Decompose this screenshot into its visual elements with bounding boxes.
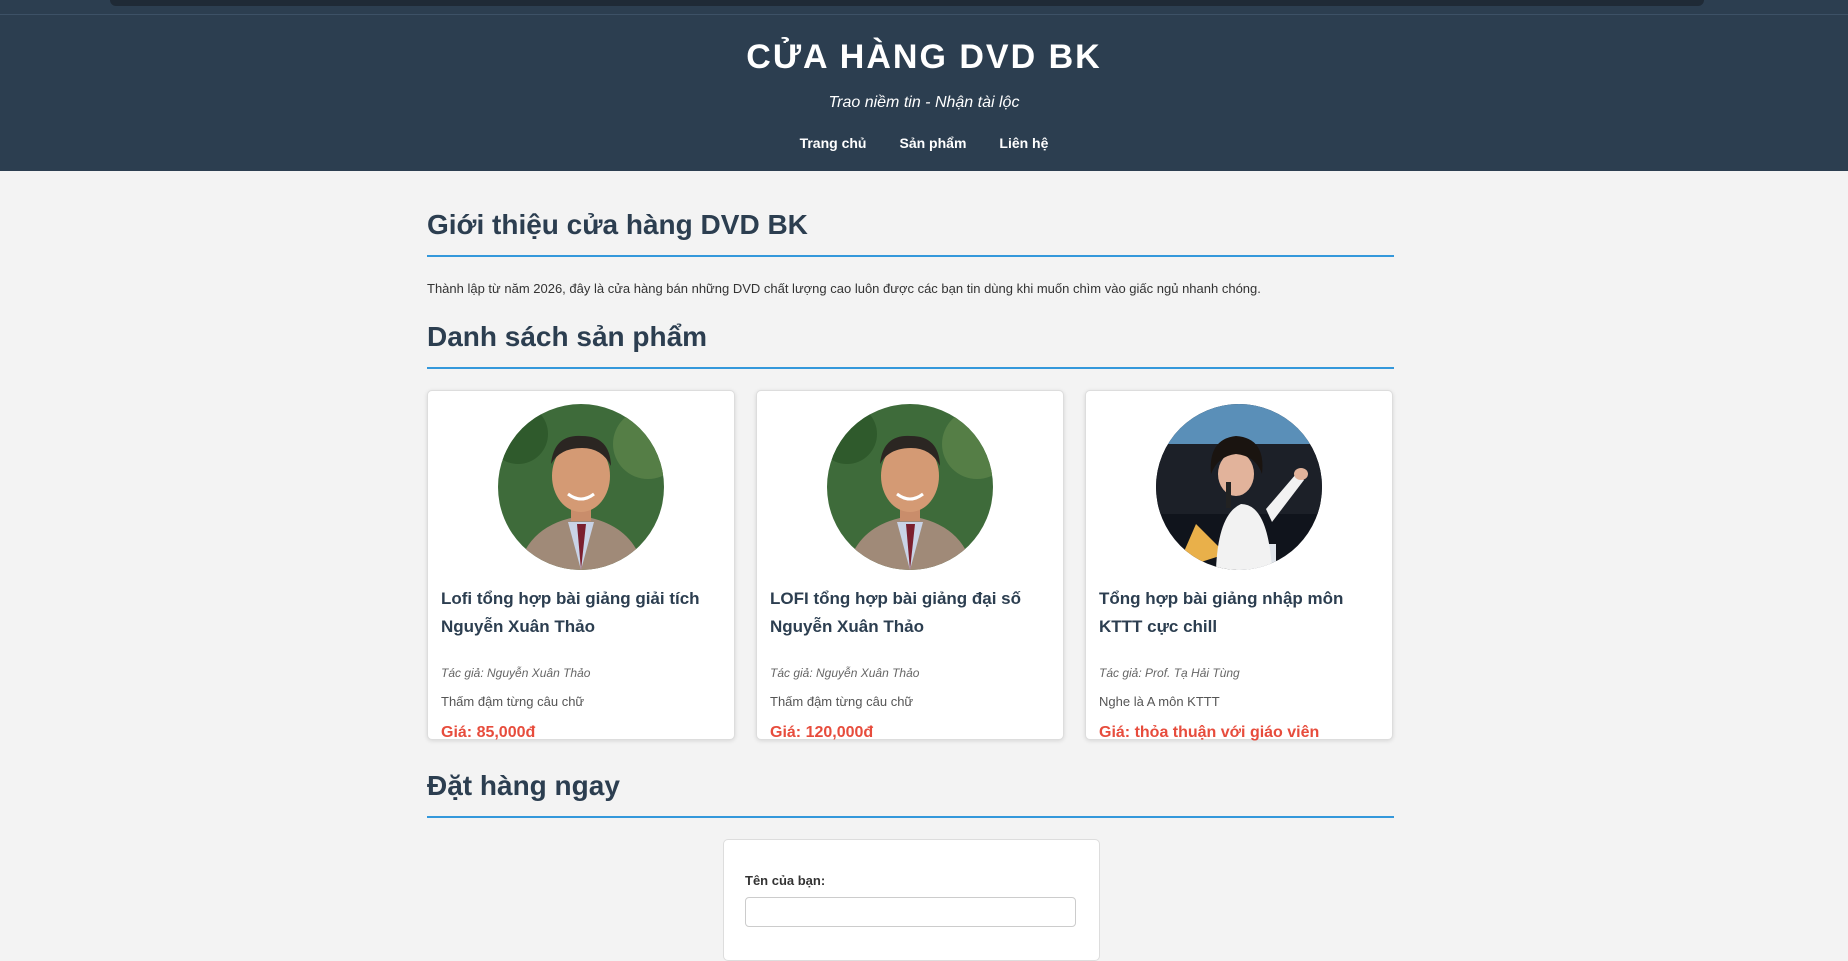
site-header: CỬA HÀNG DVD BK Trao niềm tin - Nhận tài… (0, 0, 1848, 171)
product-image (498, 404, 664, 570)
product-card[interactable]: Tổng hợp bài giảng nhập môn KTTT cực chi… (1085, 390, 1393, 741)
name-input[interactable] (745, 897, 1076, 927)
product-author: Tác giả: Nguyễn Xuân Thảo (441, 666, 591, 680)
product-card[interactable]: LOFI tổng hợp bài giảng đại số Nguyễn Xu… (756, 390, 1064, 741)
intro-text: Thành lập từ năm 2026, đây là cửa hàng b… (427, 281, 1261, 296)
site-title: CỬA HÀNG DVD BK (746, 38, 1102, 76)
nav-link-products[interactable]: Sản phẩm (899, 135, 966, 151)
product-grid: Lofi tổng hợp bài giảng giải tích Nguyễn… (427, 390, 1394, 741)
main-nav: Trang chủ Sản phẩm Liên hệ (0, 135, 1848, 151)
product-description: Thấm đậm từng câu chữ (441, 694, 585, 709)
product-description: Thấm đậm từng câu chữ (770, 694, 914, 709)
intro-heading: Giới thiệu cửa hàng DVD BK (427, 209, 1394, 257)
nav-link-home[interactable]: Trang chủ (800, 135, 867, 151)
product-author: Tác giả: Prof. Tạ Hải Tùng (1099, 666, 1240, 680)
product-price: Giá: thỏa thuận với giáo viên (1099, 724, 1320, 741)
nav-link-contact[interactable]: Liên hệ (999, 135, 1048, 151)
product-price: Giá: 120,000đ (770, 724, 874, 741)
order-heading: Đặt hàng ngay (427, 770, 1394, 818)
browser-tab-strip (110, 0, 1704, 6)
product-author: Tác giả: Nguyễn Xuân Thảo (770, 666, 920, 680)
product-image (827, 404, 993, 570)
product-name: Tổng hợp bài giảng nhập môn KTTT cực chi… (1099, 589, 1344, 636)
product-card[interactable]: Lofi tổng hợp bài giảng giải tích Nguyễn… (427, 390, 735, 741)
product-price: Giá: 85,000đ (441, 724, 536, 741)
product-name: LOFI tổng hợp bài giảng đại số Nguyễn Xu… (770, 589, 1022, 636)
site-tagline: Trao niềm tin - Nhận tài lộc (828, 94, 1020, 111)
product-name: Lofi tổng hợp bài giảng giải tích Nguyễn… (441, 589, 700, 636)
product-list-heading: Danh sách sản phẩm (427, 321, 1394, 369)
order-form: Tên của bạn: (723, 839, 1100, 961)
product-description: Nghe là A môn KTTT (1099, 694, 1220, 709)
header-divider (0, 14, 1848, 15)
product-image (1156, 404, 1322, 570)
name-label: Tên của bạn: (745, 873, 826, 888)
